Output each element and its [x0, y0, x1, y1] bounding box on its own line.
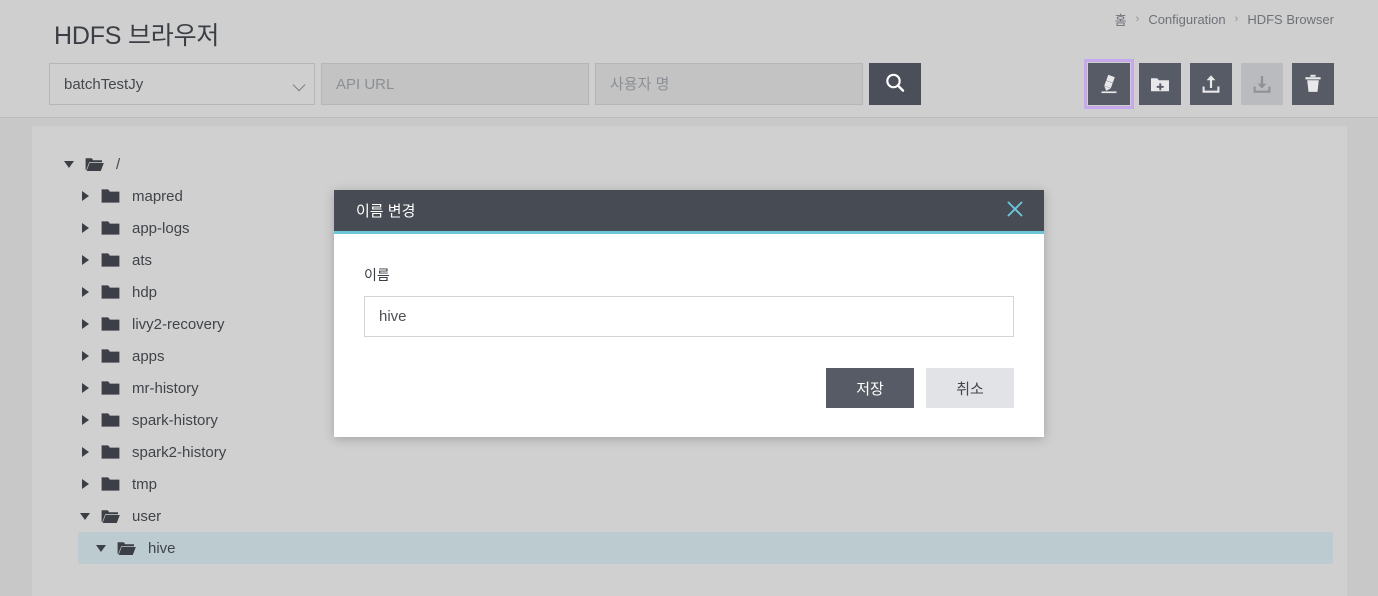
folder-plus-icon: [1149, 73, 1171, 95]
tree-node-label: apps: [132, 347, 165, 365]
breadcrumb-separator-icon: ›: [1135, 12, 1140, 25]
folder-icon: [101, 220, 123, 236]
pencil-icon: [1098, 73, 1120, 95]
chevron-down-icon: [292, 78, 306, 92]
tree-node-label: hive: [148, 539, 176, 557]
tree-node-label: /: [116, 155, 121, 173]
caret-down-icon[interactable]: [76, 512, 94, 520]
caret-right-icon[interactable]: [76, 287, 94, 297]
caret-right-icon[interactable]: [76, 223, 94, 233]
folder-icon: [101, 412, 123, 428]
caret-down-icon[interactable]: [92, 544, 110, 552]
caret-right-icon[interactable]: [76, 479, 94, 489]
new-folder-button[interactable]: [1139, 63, 1181, 105]
dialog-title: 이름 변경: [356, 203, 416, 220]
tree-node-label: tmp: [132, 475, 158, 493]
caret-right-icon[interactable]: [76, 447, 94, 457]
tree-node-label: app-logs: [132, 219, 190, 237]
caret-right-icon[interactable]: [76, 255, 94, 265]
folder-icon: [101, 348, 123, 364]
delete-button[interactable]: [1292, 63, 1334, 105]
folder-open-icon: [85, 156, 107, 172]
tree-node-label: mapred: [132, 187, 183, 205]
caret-right-icon[interactable]: [76, 351, 94, 361]
folder-icon: [101, 252, 123, 268]
dialog-header: 이름 변경: [334, 190, 1044, 234]
username-input[interactable]: [595, 63, 863, 105]
trash-icon: [1302, 73, 1324, 95]
folder-icon: [101, 476, 123, 492]
search-bar: batchTestJy: [49, 63, 921, 105]
caret-down-icon[interactable]: [60, 160, 78, 168]
tree-node-spark2-history[interactable]: spark2-history: [62, 436, 1333, 468]
upload-button[interactable]: [1190, 63, 1232, 105]
breadcrumb-item-configuration[interactable]: Configuration: [1148, 12, 1225, 27]
folder-icon: [101, 380, 123, 396]
cancel-button[interactable]: 취소: [926, 368, 1014, 408]
breadcrumb: 홈 › Configuration › HDFS Browser: [1115, 10, 1334, 29]
rename-dialog: 이름 변경 이름 저장 취소: [334, 190, 1044, 437]
caret-right-icon[interactable]: [76, 415, 94, 425]
save-button[interactable]: 저장: [826, 368, 914, 408]
breadcrumb-item-hdfs-browser: HDFS Browser: [1247, 12, 1334, 27]
page-title: HDFS 브라우저: [54, 22, 220, 50]
tree-node-tmp[interactable]: tmp: [62, 468, 1333, 500]
tree-node-label: hdp: [132, 283, 158, 301]
name-input[interactable]: [364, 296, 1014, 337]
search-button[interactable]: [869, 63, 921, 105]
tree-node-label: ats: [132, 251, 153, 269]
close-icon: [1005, 199, 1025, 222]
tree-node-label: spark-history: [132, 411, 218, 429]
name-field-label: 이름: [364, 267, 390, 283]
tree-node-user[interactable]: user: [62, 500, 1333, 532]
rename-button[interactable]: [1084, 59, 1134, 109]
download-button: [1241, 63, 1283, 105]
tree-node-label: user: [132, 507, 162, 525]
cluster-select[interactable]: batchTestJy: [49, 63, 315, 105]
tree-node-label: livy2-recovery: [132, 315, 225, 333]
app-header: 홈 › Configuration › HDFS Browser HDFS 브라…: [0, 0, 1378, 118]
folder-icon: [101, 284, 123, 300]
download-icon: [1251, 73, 1273, 95]
cluster-select-value: batchTestJy: [64, 75, 144, 93]
search-icon: [884, 72, 906, 97]
folder-open-icon: [101, 508, 123, 524]
folder-icon: [101, 188, 123, 204]
upload-icon: [1200, 73, 1222, 95]
close-button[interactable]: [1002, 198, 1028, 224]
dialog-body: 이름: [334, 234, 1044, 337]
folder-open-icon: [117, 540, 139, 556]
tree-node-label: spark2-history: [132, 443, 227, 461]
caret-right-icon[interactable]: [76, 383, 94, 393]
breadcrumb-item-home[interactable]: 홈: [1115, 10, 1127, 29]
tree-node-hive[interactable]: hive: [78, 532, 1333, 564]
folder-icon: [101, 444, 123, 460]
caret-right-icon[interactable]: [76, 191, 94, 201]
dialog-footer: 저장 취소: [334, 337, 1044, 437]
caret-right-icon[interactable]: [76, 319, 94, 329]
folder-icon: [101, 316, 123, 332]
api-url-input[interactable]: [321, 63, 589, 105]
breadcrumb-separator-icon: ›: [1234, 12, 1239, 25]
toolbar: [1084, 59, 1334, 109]
tree-node-root[interactable]: /: [46, 148, 1333, 180]
tree-node-label: mr-history: [132, 379, 199, 397]
